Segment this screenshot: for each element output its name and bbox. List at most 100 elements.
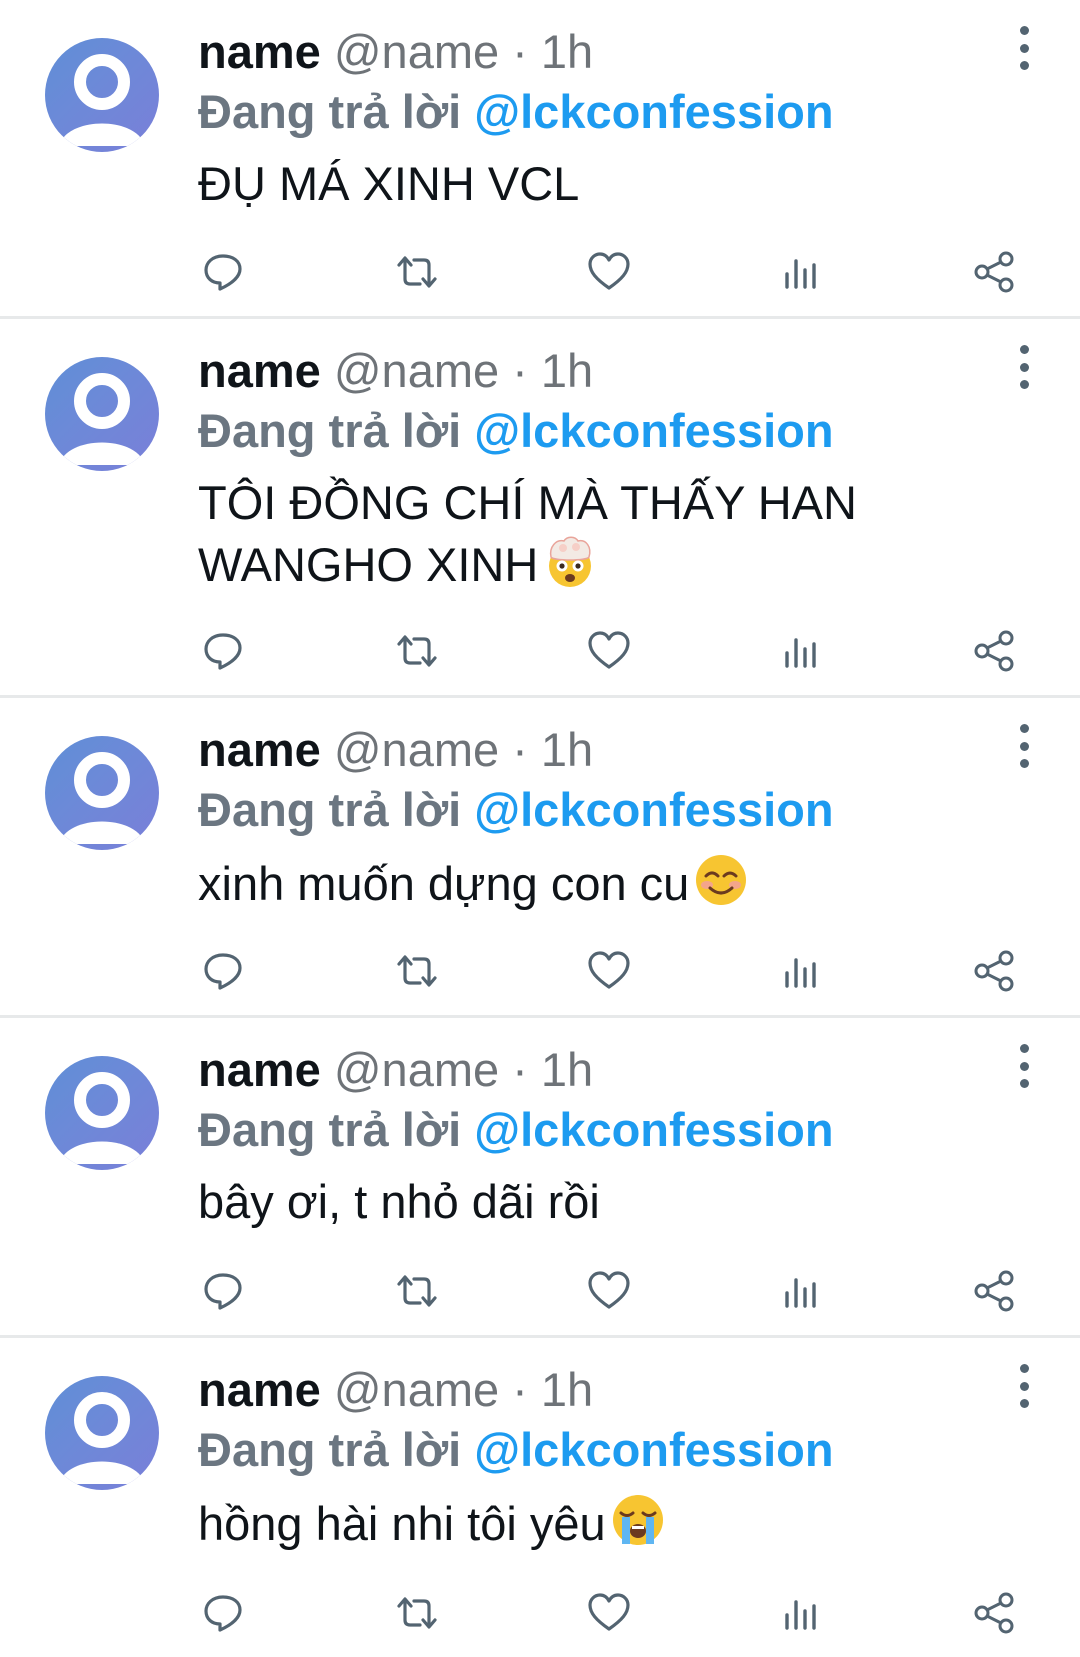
like-button[interactable] xyxy=(583,1265,635,1317)
tweet-text: bây ơi, t nhỏ dãi rồi xyxy=(198,1172,1040,1232)
reply-label: Đang trả lời xyxy=(198,1423,462,1476)
like-button[interactable] xyxy=(583,246,635,298)
avatar[interactable] xyxy=(45,736,159,850)
handle-and-time[interactable]: @name · 1h xyxy=(334,1043,593,1096)
action-bar xyxy=(198,1265,1020,1317)
tweet-header: name @name · 1h xyxy=(198,319,1040,401)
reply-context: Đang trả lời @lckconfession xyxy=(198,780,1040,840)
default-avatar-icon xyxy=(59,54,145,146)
tweet-text-line: ĐỤ MÁ XINH VCL xyxy=(198,157,580,210)
heart-icon xyxy=(588,1593,630,1631)
reply-button[interactable] xyxy=(198,246,250,298)
smiling-face-emoji xyxy=(693,852,749,908)
reply-button[interactable] xyxy=(198,625,250,677)
reply-handle-link[interactable]: @lckconfession xyxy=(474,404,833,457)
retweet-button[interactable] xyxy=(391,246,443,298)
avatar[interactable] xyxy=(45,357,159,471)
vertical-ellipsis-icon xyxy=(1019,724,1029,733)
views-button[interactable] xyxy=(776,1265,828,1317)
share-button[interactable] xyxy=(968,246,1020,298)
reply-label: Đang trả lời xyxy=(198,1103,462,1156)
default-avatar-icon xyxy=(59,373,145,465)
tweet[interactable]: name @name · 1h Đang trả lời @lckconfess… xyxy=(0,0,1080,319)
tweet[interactable]: name @name · 1h Đang trả lời @lckconfess… xyxy=(0,698,1080,1018)
reply-label: Đang trả lời xyxy=(198,85,462,138)
like-button[interactable] xyxy=(583,625,635,677)
retweet-icon xyxy=(396,635,437,667)
views-button[interactable] xyxy=(776,1587,828,1639)
reply-context: Đang trả lời @lckconfession xyxy=(198,82,1040,142)
retweet-icon xyxy=(396,1597,437,1629)
retweet-button[interactable] xyxy=(391,945,443,997)
handle-and-time[interactable]: @name · 1h xyxy=(334,25,593,78)
more-options-button[interactable] xyxy=(1012,1364,1036,1408)
share-icon xyxy=(974,1270,1014,1312)
tweet-text: ĐỤ MÁ XINH VCL xyxy=(198,154,1040,214)
share-icon xyxy=(974,1592,1014,1634)
reply-label: Đang trả lời xyxy=(198,783,462,836)
display-name[interactable]: name xyxy=(198,25,321,78)
retweet-button[interactable] xyxy=(391,1265,443,1317)
views-button[interactable] xyxy=(776,246,828,298)
tweet[interactable]: name @name · 1h Đang trả lời @lckconfess… xyxy=(0,319,1080,698)
tweet-feed: name @name · 1h Đang trả lời @lckconfess… xyxy=(0,0,1080,1657)
share-button[interactable] xyxy=(968,1265,1020,1317)
bar-chart-icon xyxy=(784,638,816,668)
vertical-ellipsis-icon xyxy=(1019,1364,1029,1373)
speech-bubble-icon xyxy=(204,953,242,990)
reply-handle-link[interactable]: @lckconfession xyxy=(474,1103,833,1156)
reply-button[interactable] xyxy=(198,1587,250,1639)
reply-context: Đang trả lời @lckconfession xyxy=(198,1100,1040,1160)
bar-chart-icon xyxy=(784,259,816,289)
tweet-text-line: xinh muốn dựng con cu xyxy=(198,857,690,910)
like-button[interactable] xyxy=(583,1587,635,1639)
bar-chart-icon xyxy=(784,1278,816,1308)
reply-handle-link[interactable]: @lckconfession xyxy=(474,1423,833,1476)
retweet-button[interactable] xyxy=(391,625,443,677)
exploding-head-emoji xyxy=(542,533,598,589)
more-options-button[interactable] xyxy=(1012,26,1036,70)
share-icon xyxy=(974,251,1014,293)
tweet[interactable]: name @name · 1h Đang trả lời @lckconfess… xyxy=(0,1018,1080,1338)
more-options-button[interactable] xyxy=(1012,724,1036,768)
tweet-text-line: WANGHO XINH xyxy=(198,538,539,591)
more-options-button[interactable] xyxy=(1012,1044,1036,1088)
action-bar xyxy=(198,625,1020,677)
retweet-button[interactable] xyxy=(391,1587,443,1639)
tweet-header: name @name · 1h xyxy=(198,1338,1040,1420)
tweet-text: TÔI ĐỒNG CHÍ MÀ THẤY HAN WANGHO XINH xyxy=(198,473,1040,595)
tweet-header: name @name · 1h xyxy=(198,698,1040,780)
bar-chart-icon xyxy=(784,1600,816,1630)
share-button[interactable] xyxy=(968,945,1020,997)
tweet-header: name @name · 1h xyxy=(198,1018,1040,1100)
handle-and-time[interactable]: @name · 1h xyxy=(334,344,593,397)
display-name[interactable]: name xyxy=(198,1043,321,1096)
tweet[interactable]: name @name · 1h Đang trả lời @lckconfess… xyxy=(0,1338,1080,1657)
reply-button[interactable] xyxy=(198,945,250,997)
heart-icon xyxy=(588,631,630,669)
handle-and-time[interactable]: @name · 1h xyxy=(334,1363,593,1416)
share-button[interactable] xyxy=(968,625,1020,677)
more-options-button[interactable] xyxy=(1012,345,1036,389)
display-name[interactable]: name xyxy=(198,723,321,776)
views-button[interactable] xyxy=(776,945,828,997)
action-bar xyxy=(198,246,1020,298)
display-name[interactable]: name xyxy=(198,1363,321,1416)
handle-and-time[interactable]: @name · 1h xyxy=(334,723,593,776)
reply-button[interactable] xyxy=(198,1265,250,1317)
reply-label: Đang trả lời xyxy=(198,404,462,457)
display-name[interactable]: name xyxy=(198,344,321,397)
like-button[interactable] xyxy=(583,945,635,997)
vertical-ellipsis-icon xyxy=(1019,345,1029,354)
reply-handle-link[interactable]: @lckconfession xyxy=(474,85,833,138)
avatar[interactable] xyxy=(45,38,159,152)
speech-bubble-icon xyxy=(204,1595,242,1632)
avatar[interactable] xyxy=(45,1056,159,1170)
views-button[interactable] xyxy=(776,625,828,677)
action-bar xyxy=(198,1587,1020,1639)
avatar[interactable] xyxy=(45,1376,159,1490)
reply-handle-link[interactable]: @lckconfession xyxy=(474,783,833,836)
tweet-text-line: TÔI ĐỒNG CHÍ MÀ THẤY HAN xyxy=(198,476,857,529)
retweet-icon xyxy=(396,955,437,987)
share-button[interactable] xyxy=(968,1587,1020,1639)
